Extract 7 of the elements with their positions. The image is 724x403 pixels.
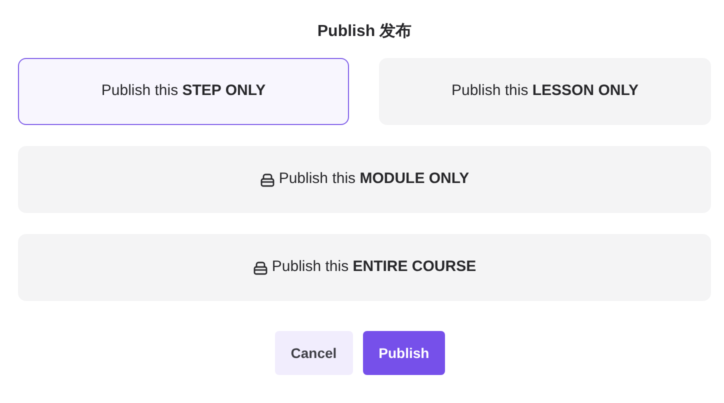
publish-option[interactable]: Publish this ENTIRE COURSE [18,234,711,301]
publish-button[interactable]: Publish [362,331,446,375]
publish-option[interactable]: Publish this MODULE ONLY [18,146,711,213]
dialog-title: Publish 发布 [316,22,413,42]
cancel-button[interactable]: Cancel [274,331,353,375]
publish-option[interactable]: Publish this LESSON ONLY [379,58,711,125]
publish-option[interactable]: Publish this STEP ONLY [18,58,349,125]
